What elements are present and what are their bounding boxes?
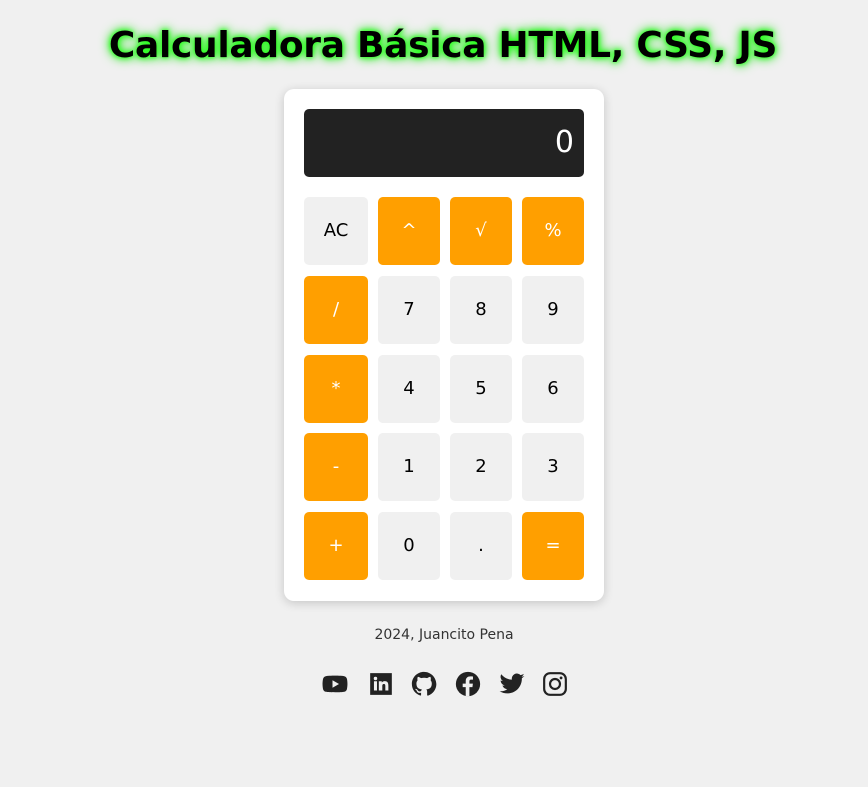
key-subtract[interactable]: -	[304, 433, 368, 501]
key-9[interactable]: 9	[522, 276, 584, 344]
key-7[interactable]: 7	[378, 276, 440, 344]
key-2[interactable]: 2	[450, 433, 512, 501]
calculator: 0 AC ^ √ % / 7 8 9 * 4 5 6 - 1 2 3 + 0 .…	[284, 89, 604, 601]
twitter-icon[interactable]	[499, 671, 525, 697]
key-1[interactable]: 1	[378, 433, 440, 501]
key-3[interactable]: 3	[522, 433, 584, 501]
key-6[interactable]: 6	[522, 355, 584, 423]
key-sqrt[interactable]: √	[450, 197, 512, 265]
facebook-icon[interactable]	[455, 671, 481, 697]
key-multiply[interactable]: *	[304, 355, 368, 423]
key-decimal[interactable]: .	[450, 512, 512, 580]
key-clear[interactable]: AC	[304, 197, 368, 265]
key-4[interactable]: 4	[378, 355, 440, 423]
github-icon[interactable]	[411, 671, 437, 697]
key-divide[interactable]: /	[304, 276, 368, 344]
key-5[interactable]: 5	[450, 355, 512, 423]
key-add[interactable]: +	[304, 512, 368, 580]
instagram-icon[interactable]	[542, 671, 568, 697]
key-equals[interactable]: =	[522, 512, 584, 580]
key-0[interactable]: 0	[378, 512, 440, 580]
key-percent[interactable]: %	[522, 197, 584, 265]
calculator-display: 0	[304, 109, 584, 177]
youtube-icon[interactable]	[322, 671, 348, 697]
linkedin-icon[interactable]	[368, 671, 394, 697]
footer-copyright: 2024, Juancito Pena	[374, 627, 514, 643]
key-8[interactable]: 8	[450, 276, 512, 344]
page-title: Calculadora Básica HTML, CSS, JS	[108, 25, 778, 66]
key-power[interactable]: ^	[378, 197, 440, 265]
